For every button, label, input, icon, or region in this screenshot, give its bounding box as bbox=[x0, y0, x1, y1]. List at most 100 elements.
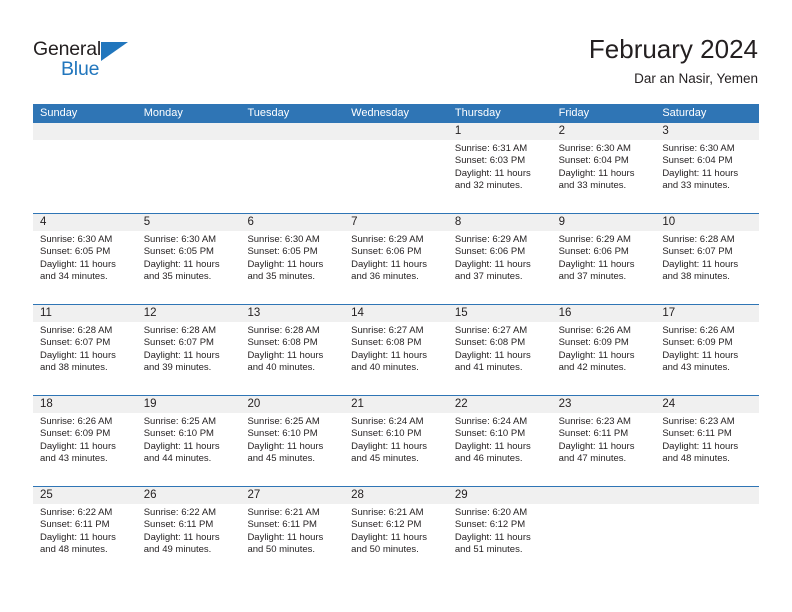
day-detail-line: Sunrise: 6:25 AM bbox=[247, 416, 320, 427]
day-detail-line: and 37 minutes. bbox=[558, 271, 627, 283]
day-number[interactable]: 17 bbox=[655, 305, 759, 322]
day-number[interactable]: 8 bbox=[448, 214, 552, 231]
day-detail-line: Sunset: 6:12 PM bbox=[454, 519, 526, 531]
day-cell[interactable]: Sunrise: 6:30 AM Sunset: 6:05 PM Daylight:… bbox=[137, 231, 241, 304]
day-detail-line: Sunset: 6:04 PM bbox=[662, 155, 733, 167]
day-detail-line: Daylight: 11 hours bbox=[558, 440, 635, 452]
day-number[interactable]: 18 bbox=[33, 396, 137, 413]
day-number[interactable]: 14 bbox=[344, 305, 448, 322]
page-title: February 2024 bbox=[588, 34, 758, 64]
day-number[interactable]: 9 bbox=[552, 214, 656, 231]
day-cell[interactable]: Sunrise: 6:26 AM Sunset: 6:09 PM Daylight:… bbox=[552, 322, 656, 395]
day-detail-line: Sunset: 6:05 PM bbox=[247, 246, 318, 258]
day-detail-line: Daylight: 11 hours bbox=[662, 349, 739, 361]
day-cell[interactable]: Sunrise: 6:29 AM Sunset: 6:06 PM Daylight:… bbox=[344, 231, 448, 304]
calendar-page: General Blue February 2024 Dar an Nasir,… bbox=[0, 0, 792, 612]
day-number[interactable]: 15 bbox=[448, 305, 552, 322]
day-cell[interactable]: Sunrise: 6:29 AM Sunset: 6:06 PM Daylight:… bbox=[448, 231, 552, 304]
day-cell[interactable]: Sunrise: 6:28 AM Sunset: 6:07 PM Daylight:… bbox=[137, 322, 241, 395]
weekday-header-saturday: Saturday bbox=[662, 107, 707, 119]
calendar-weeks: 1 2 3 Sunrise: 6:31 AM Sunset: 6:03 PM Daylig… bbox=[33, 123, 759, 577]
day-number[interactable]: 10 bbox=[655, 214, 759, 231]
day-number[interactable]: 26 bbox=[137, 487, 241, 504]
day-cell[interactable]: Sunrise: 6:22 AM Sunset: 6:11 PM Daylight:… bbox=[137, 504, 241, 577]
day-number[interactable]: 20 bbox=[240, 396, 344, 413]
calendar-week-row: 25 26 27 28 29 Sunrise: 6:22 AM Sunset: 6:11 P… bbox=[33, 486, 759, 577]
day-detail-line: Sunset: 6:07 PM bbox=[40, 337, 111, 349]
day-number[interactable]: 2 bbox=[552, 123, 656, 140]
week-daynumber-band: 11 12 13 14 15 16 17 bbox=[33, 305, 759, 322]
day-detail-line: and 32 minutes. bbox=[454, 180, 523, 192]
day-cell[interactable]: Sunrise: 6:25 AM Sunset: 6:10 PM Daylight:… bbox=[240, 413, 344, 486]
day-cell[interactable]: Sunrise: 6:30 AM Sunset: 6:04 PM Daylight:… bbox=[655, 140, 759, 213]
day-number[interactable]: 3 bbox=[655, 123, 759, 140]
day-number[interactable]: 5 bbox=[137, 214, 241, 231]
day-detail-line: and 33 minutes. bbox=[558, 180, 627, 192]
weekday-header-thursday: Thursday bbox=[454, 107, 501, 119]
day-cell[interactable]: Sunrise: 6:30 AM Sunset: 6:05 PM Daylight:… bbox=[33, 231, 137, 304]
day-detail-line: Sunrise: 6:21 AM bbox=[351, 507, 424, 518]
day-number[interactable]: 29 bbox=[448, 487, 552, 504]
day-cell[interactable]: Sunrise: 6:20 AM Sunset: 6:12 PM Daylight:… bbox=[448, 504, 552, 577]
day-detail-line: Sunrise: 6:24 AM bbox=[454, 416, 528, 427]
day-detail-line: Sunset: 6:08 PM bbox=[454, 337, 526, 349]
day-number[interactable]: 23 bbox=[552, 396, 656, 413]
day-number-empty bbox=[344, 123, 448, 140]
day-cell[interactable]: Sunrise: 6:26 AM Sunset: 6:09 PM Daylight:… bbox=[655, 322, 759, 395]
day-number[interactable]: 12 bbox=[137, 305, 241, 322]
day-cell[interactable]: Sunrise: 6:23 AM Sunset: 6:11 PM Daylight:… bbox=[655, 413, 759, 486]
day-detail-line: Sunrise: 6:27 AM bbox=[454, 325, 528, 336]
day-number[interactable]: 7 bbox=[344, 214, 448, 231]
day-number[interactable]: 11 bbox=[33, 305, 137, 322]
day-cell[interactable]: Sunrise: 6:21 AM Sunset: 6:11 PM Daylight:… bbox=[240, 504, 344, 577]
day-number[interactable]: 1 bbox=[448, 123, 552, 140]
day-number[interactable]: 24 bbox=[655, 396, 759, 413]
day-cell[interactable]: Sunrise: 6:21 AM Sunset: 6:12 PM Daylight:… bbox=[344, 504, 448, 577]
day-detail-line: and 44 minutes. bbox=[143, 453, 212, 465]
day-number[interactable]: 19 bbox=[137, 396, 241, 413]
week-details-band: Sunrise: 6:28 AM Sunset: 6:07 PM Daylight:… bbox=[33, 322, 759, 395]
day-cell-empty bbox=[240, 140, 344, 213]
day-cell[interactable]: Sunrise: 6:25 AM Sunset: 6:10 PM Daylight:… bbox=[137, 413, 241, 486]
day-cell[interactable]: Sunrise: 6:28 AM Sunset: 6:07 PM Daylight:… bbox=[33, 322, 137, 395]
day-number[interactable]: 21 bbox=[344, 396, 448, 413]
day-detail-line: Daylight: 11 hours bbox=[143, 531, 220, 543]
day-number[interactable]: 28 bbox=[344, 487, 448, 504]
day-cell[interactable]: Sunrise: 6:27 AM Sunset: 6:08 PM Daylight:… bbox=[344, 322, 448, 395]
day-number[interactable]: 25 bbox=[33, 487, 137, 504]
day-cell-empty bbox=[33, 140, 137, 213]
day-detail-line: Sunset: 6:07 PM bbox=[143, 337, 214, 349]
day-cell[interactable]: Sunrise: 6:29 AM Sunset: 6:06 PM Daylight:… bbox=[552, 231, 656, 304]
day-detail-line: and 35 minutes. bbox=[143, 271, 212, 283]
day-detail-line: Sunset: 6:09 PM bbox=[40, 428, 111, 440]
day-cell[interactable]: Sunrise: 6:28 AM Sunset: 6:07 PM Daylight:… bbox=[655, 231, 759, 304]
day-detail-line: Sunset: 6:06 PM bbox=[558, 246, 629, 258]
weekday-header-monday: Monday bbox=[143, 107, 183, 119]
day-detail-line: Sunset: 6:06 PM bbox=[351, 246, 422, 258]
day-cell[interactable]: Sunrise: 6:30 AM Sunset: 6:05 PM Daylight:… bbox=[240, 231, 344, 304]
day-detail-line: Daylight: 11 hours bbox=[40, 349, 116, 361]
day-cell[interactable]: Sunrise: 6:28 AM Sunset: 6:08 PM Daylight:… bbox=[240, 322, 344, 395]
day-cell[interactable]: Sunrise: 6:26 AM Sunset: 6:09 PM Daylight:… bbox=[33, 413, 137, 486]
day-detail-line: Daylight: 11 hours bbox=[351, 258, 428, 270]
day-number[interactable]: 13 bbox=[240, 305, 344, 322]
day-cell[interactable]: Sunrise: 6:30 AM Sunset: 6:04 PM Daylight:… bbox=[552, 140, 656, 213]
day-detail-line: and 48 minutes. bbox=[662, 453, 730, 465]
day-number[interactable]: 4 bbox=[33, 214, 137, 231]
day-cell[interactable]: Sunrise: 6:22 AM Sunset: 6:11 PM Daylight:… bbox=[33, 504, 137, 577]
day-number[interactable]: 27 bbox=[240, 487, 344, 504]
day-detail-line: Sunset: 6:03 PM bbox=[454, 155, 526, 167]
day-cell[interactable]: Sunrise: 6:27 AM Sunset: 6:08 PM Daylight:… bbox=[448, 322, 552, 395]
day-cell[interactable]: Sunrise: 6:31 AM Sunset: 6:03 PM Daylight:… bbox=[448, 140, 552, 213]
day-number[interactable]: 6 bbox=[240, 214, 344, 231]
day-cell[interactable]: Sunrise: 6:23 AM Sunset: 6:11 PM Daylight:… bbox=[552, 413, 656, 486]
day-number[interactable]: 16 bbox=[552, 305, 656, 322]
day-number[interactable]: 22 bbox=[448, 396, 552, 413]
day-detail-line: and 35 minutes. bbox=[247, 271, 316, 283]
day-detail-line: Sunset: 6:10 PM bbox=[247, 428, 318, 440]
day-detail-line: Daylight: 11 hours bbox=[662, 258, 739, 270]
day-cell[interactable]: Sunrise: 6:24 AM Sunset: 6:10 PM Daylight:… bbox=[344, 413, 448, 486]
day-detail-line: Daylight: 11 hours bbox=[454, 167, 531, 179]
day-detail-line: and 50 minutes. bbox=[351, 544, 419, 556]
day-cell[interactable]: Sunrise: 6:24 AM Sunset: 6:10 PM Daylight:… bbox=[448, 413, 552, 486]
